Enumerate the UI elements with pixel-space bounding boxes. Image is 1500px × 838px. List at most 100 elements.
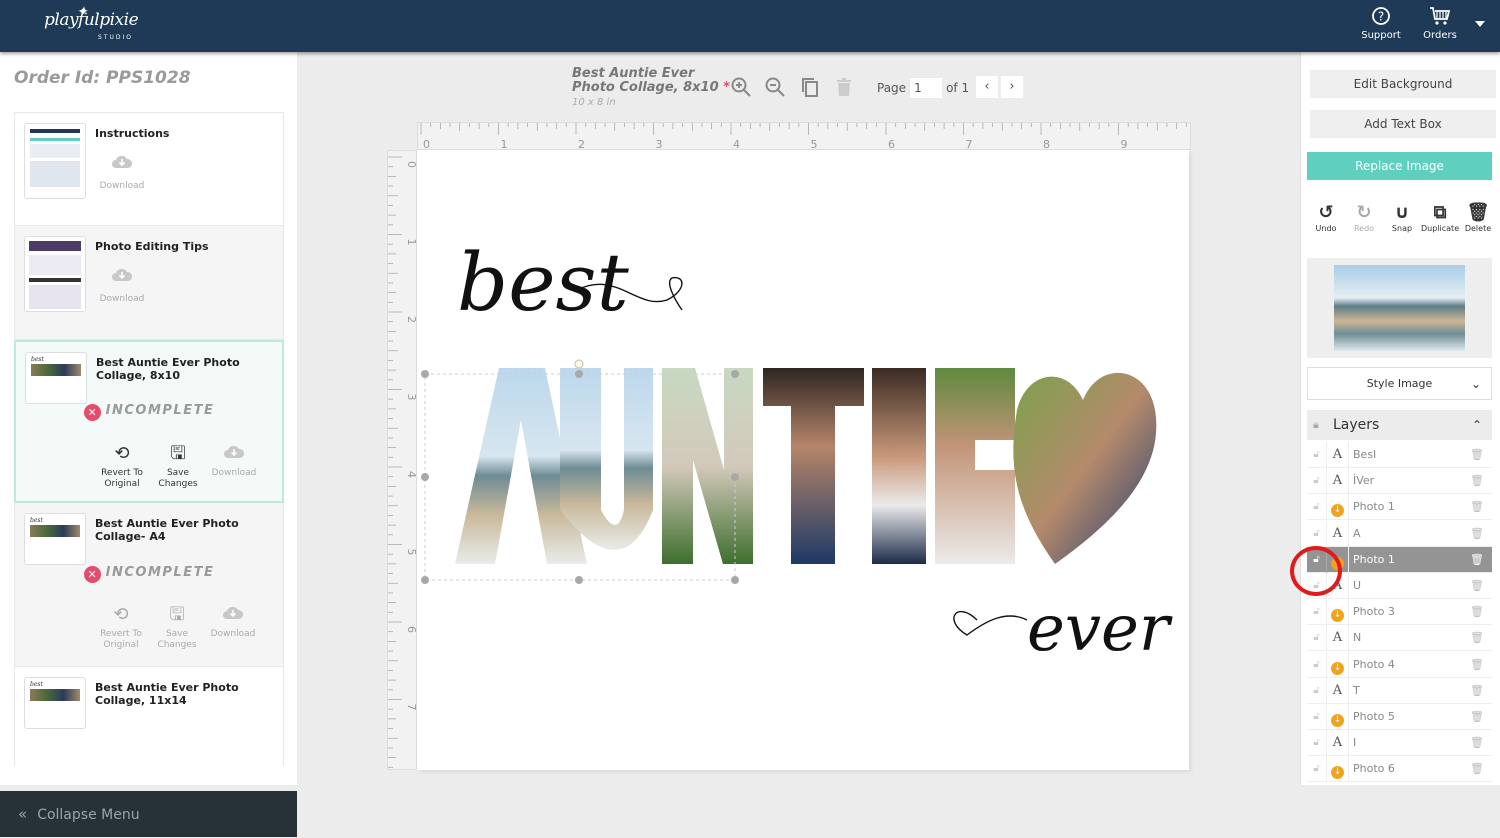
layer-row[interactable]: 🔓︎ A İVer 🗑 (1307, 468, 1492, 495)
trash-icon[interactable]: 🗑 (1470, 625, 1484, 651)
trash-icon[interactable]: 🗑 (1470, 521, 1484, 547)
save-label: Save Changes (157, 629, 197, 650)
orders-button[interactable]: Orders (1415, 6, 1465, 41)
unlock-icon[interactable]: 🔓︎ (1307, 625, 1327, 652)
unlock-icon[interactable]: 🔓︎ (1307, 494, 1327, 521)
document-title: Best Auntie Ever Photo Collage, 8x10 * (572, 67, 732, 95)
layer-row[interactable]: 🔓︎ ↓ Photo 5 🗑 (1307, 704, 1492, 730)
revert-button[interactable]: ⟲ Revert To Original (98, 442, 146, 490)
item-title: Best Auntie Ever Photo Collage, 8x10 (96, 356, 240, 382)
download-button[interactable]: Download (209, 603, 257, 651)
trash-icon[interactable]: 🗑 (1470, 494, 1484, 520)
letter-i-photo[interactable] (872, 368, 926, 564)
delete-button[interactable]: 🗑 Delete (1459, 202, 1497, 233)
layers-title: Layers (1333, 417, 1380, 433)
rotate-handle[interactable] (574, 359, 584, 369)
add-text-box-button[interactable]: Add Text Box (1310, 110, 1496, 138)
replace-image-button[interactable]: Replace Image (1307, 152, 1492, 180)
list-item-collage-8x10[interactable]: best Best Auntie Ever Photo Collage, 8x1… (14, 340, 284, 503)
next-page-button[interactable]: › (1001, 76, 1023, 98)
unlock-icon[interactable]: 🔓︎ (1307, 442, 1327, 468)
unlock-icon[interactable]: 🔓︎ (1307, 704, 1327, 730)
redo-button[interactable]: ↻ Redo (1345, 202, 1383, 233)
trash-icon[interactable]: 🗑 (1470, 547, 1484, 573)
zoom-in-button[interactable] (729, 76, 753, 103)
account-dropdown-caret[interactable] (1475, 21, 1485, 27)
layer-row[interactable]: 🔓︎ ↓ Photo 3 🗑 (1307, 599, 1492, 626)
layer-name: U (1353, 579, 1362, 592)
trash-icon[interactable]: 🗑 (1470, 599, 1484, 625)
letter-n-photo[interactable] (662, 368, 753, 564)
download-button[interactable]: Download (95, 153, 149, 191)
layer-row[interactable]: 🔓︎ ↓ Photo 4 🗑 (1307, 651, 1492, 678)
vertical-ruler: 0 1 2 3 4 5 6 7 (387, 150, 417, 770)
photo-layer-icon: ↓ (1327, 599, 1349, 626)
unlock-icon[interactable]: 🔓︎ (1307, 756, 1327, 783)
trash-icon[interactable]: 🗑 (1470, 442, 1484, 468)
layer-row[interactable]: 🔓︎ A BesI 🗑 (1307, 442, 1492, 468)
page-input[interactable] (910, 78, 943, 98)
item-title: Best Auntie Ever Photo Collage, 11x14 (95, 681, 239, 707)
layer-row[interactable]: 🔓︎ ↓ Photo 6 🗑 (1307, 756, 1492, 783)
trash-icon[interactable]: 🗑 (1470, 756, 1484, 782)
download-button[interactable]: Download (95, 266, 149, 304)
layer-row[interactable]: 🔓︎ A A 🗑 (1307, 520, 1492, 547)
copy-button[interactable] (798, 76, 822, 103)
unlock-icon[interactable]: 🔓︎ (1307, 651, 1327, 678)
layer-row[interactable]: 🔓︎ ↓ Photo 1 🗑 (1307, 494, 1492, 521)
product-list[interactable]: Instructions Download Photo Editing Tips… (14, 112, 284, 766)
list-item-instructions[interactable]: Instructions Download (14, 112, 284, 226)
delete-page-button[interactable] (832, 76, 856, 103)
download-button[interactable]: Download (210, 442, 258, 490)
prev-page-button[interactable]: ‹ (976, 76, 998, 98)
zoom-in-icon (731, 77, 751, 97)
brand-logo[interactable]: ✦ playfulpixie STUDIO (44, 4, 139, 41)
top-bar: ✦ playfulpixie STUDIO ? Support Orders (0, 0, 1500, 52)
script-text-best[interactable]: best (457, 236, 630, 329)
trash-icon[interactable]: 🗑 (1470, 730, 1484, 756)
layer-row[interactable]: 🔓︎ A T 🗑 (1307, 677, 1492, 704)
letter-t-photo[interactable] (763, 368, 864, 564)
duplicate-button[interactable]: ⧉ Duplicate (1421, 202, 1459, 233)
script-text-ever[interactable]: ever (1027, 592, 1173, 666)
list-item-collage-11x14[interactable]: best Best Auntie Ever Photo Collage, 11x… (14, 667, 284, 766)
double-chevron-left-icon: « (18, 805, 28, 823)
heart-photo[interactable] (1013, 372, 1157, 564)
save-button[interactable]: 🖫 Save Changes (154, 442, 202, 490)
layers-header[interactable]: 🔒︎ Layers ⌃ (1307, 410, 1492, 440)
zoom-out-button[interactable] (763, 76, 787, 103)
collapse-menu-button[interactable]: « Collapse Menu (0, 791, 297, 837)
snap-button[interactable]: ∪ Snap (1383, 202, 1421, 233)
save-button[interactable]: 🖫 Save Changes (153, 603, 201, 651)
letter-u-photo[interactable] (560, 368, 653, 550)
undo-icon: ↺ (1318, 202, 1334, 223)
style-image-dropdown[interactable]: Style Image ⌄ (1307, 367, 1492, 400)
document-size: 10 x 8 in (572, 97, 616, 108)
support-button[interactable]: ? Support (1356, 6, 1406, 41)
undo-button[interactable]: ↺ Undo (1307, 202, 1345, 233)
item-actions: ⟲ Revert To Original 🖫 Save Changes Downlo… (98, 442, 258, 490)
trash-icon[interactable]: 🗑 (1470, 468, 1484, 494)
layer-row[interactable]: 🔓︎ A I 🗑 (1307, 730, 1492, 757)
collapse-label: Collapse Menu (37, 807, 140, 823)
ruler-label: 0 (423, 138, 430, 150)
trash-icon[interactable]: 🗑 (1470, 704, 1484, 730)
trash-icon[interactable]: 🗑 (1470, 678, 1484, 704)
revert-button[interactable]: ⟲ Revert To Original (97, 603, 145, 651)
unlock-icon[interactable]: 🔓︎ (1307, 677, 1327, 704)
heart-flourish-bottom (953, 610, 1028, 636)
unlock-icon[interactable]: 🔓︎ (1307, 599, 1327, 626)
trash-icon[interactable]: 🗑 (1470, 652, 1484, 678)
revert-label: Revert To Original (101, 468, 143, 489)
trash-icon[interactable]: 🗑 (1470, 573, 1484, 599)
letter-e-photo[interactable] (935, 368, 1015, 564)
edit-background-button[interactable]: Edit Background (1310, 70, 1496, 98)
unlock-icon[interactable]: 🔓︎ (1307, 730, 1327, 757)
unlock-icon[interactable]: 🔓︎ (1307, 520, 1327, 547)
layer-row[interactable]: 🔓︎ A N 🗑 (1307, 625, 1492, 652)
unlock-icon[interactable]: 🔓︎ (1307, 468, 1327, 495)
ruler-label: 6 (888, 138, 895, 150)
list-item-photo-editing-tips[interactable]: Photo Editing Tips Download (14, 226, 284, 340)
design-canvas[interactable]: best ever (417, 150, 1189, 770)
list-item-collage-a4[interactable]: best Best Auntie Ever Photo Collage- A4 … (14, 503, 284, 667)
